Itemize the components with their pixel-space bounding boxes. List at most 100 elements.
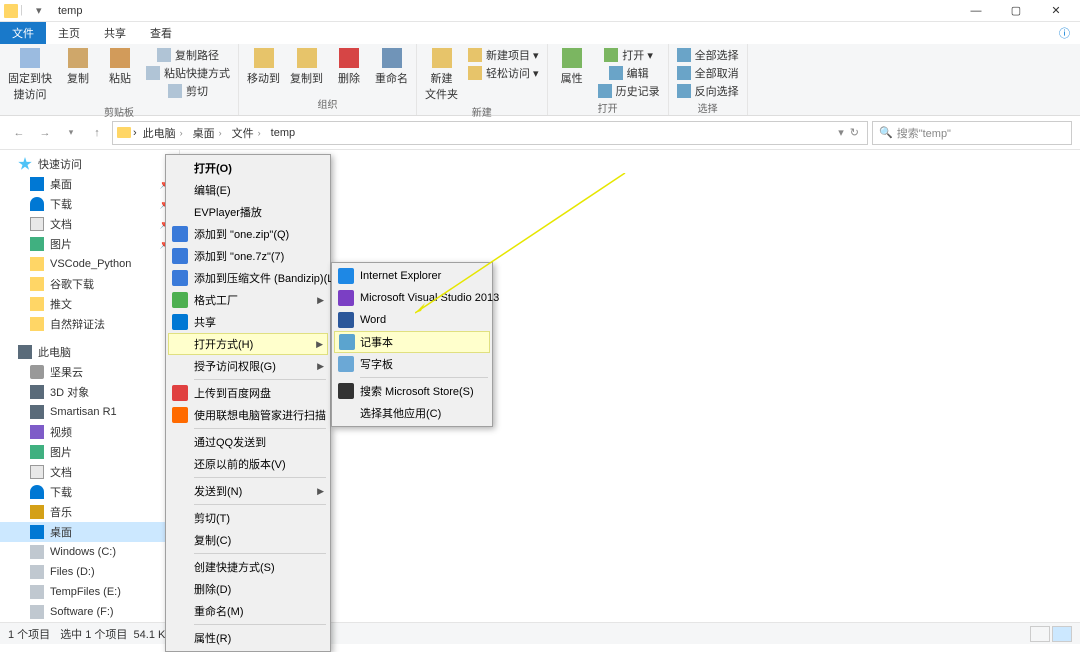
paste-button[interactable]: 粘贴 — [100, 46, 140, 88]
tree-item-VSCode_Python[interactable]: VSCode_Python — [0, 254, 179, 274]
tab-share[interactable]: 共享 — [92, 22, 138, 44]
ctx-item[interactable]: 使用联想电脑管家进行扫描 — [168, 404, 328, 426]
ribbon-help-button[interactable]: ⓘ — [1049, 22, 1080, 44]
ctx-item[interactable]: 上传到百度网盘 — [168, 382, 328, 404]
tree-item-文档[interactable]: 文档📌 — [0, 214, 179, 234]
copy-button[interactable]: 复制 — [58, 46, 98, 88]
ctx-item[interactable]: 打开方式(H)▶ — [168, 333, 328, 355]
minimize-button[interactable]: — — [956, 0, 996, 22]
view-icons-button[interactable] — [1052, 626, 1072, 642]
desk-icon — [30, 177, 44, 191]
ctx-item[interactable]: 添加到 "one.7z"(7) — [168, 245, 328, 267]
ctx-item[interactable]: 打开(O) — [168, 157, 328, 179]
tree-item-下载[interactable]: 下载 — [0, 482, 179, 502]
crumb-desktop[interactable]: 桌面› — [189, 125, 226, 141]
tree-item-下载[interactable]: 下载📌 — [0, 194, 179, 214]
refresh-button[interactable]: ↻ — [846, 126, 863, 139]
copy-path-button[interactable]: 复制路径 — [142, 46, 234, 64]
ctx-item[interactable]: 添加到 "one.zip"(Q) — [168, 223, 328, 245]
ctx-item[interactable]: 剪切(T) — [168, 507, 328, 529]
back-button[interactable]: ← — [8, 122, 30, 144]
tab-view[interactable]: 查看 — [138, 22, 184, 44]
maximize-button[interactable]: ▢ — [996, 0, 1036, 22]
crumb-files[interactable]: 文件› — [228, 125, 265, 141]
tree-item-音乐[interactable]: 音乐 — [0, 502, 179, 522]
ctx-item[interactable]: Microsoft Visual Studio 2013 — [334, 287, 490, 309]
easy-access-button[interactable]: 轻松访问 ▾ — [464, 64, 543, 82]
tree-item-图片[interactable]: 图片📌 — [0, 234, 179, 254]
crumb-pc[interactable]: 此电脑› — [139, 125, 187, 141]
ctx-item[interactable]: EVPlayer播放 — [168, 201, 328, 223]
ctx-item[interactable]: 选择其他应用(C) — [334, 402, 490, 424]
tree-item-Software (F:)[interactable]: Software (F:) — [0, 602, 179, 622]
rename-button[interactable]: 重命名 — [371, 46, 412, 88]
pin-quick-button[interactable]: 固定到快 捷访问 — [4, 46, 56, 104]
ctx-item-label: Microsoft Visual Studio 2013 — [360, 292, 499, 304]
delete-button[interactable]: 删除 — [329, 46, 369, 88]
ctx-item[interactable]: 通过QQ发送到 — [168, 431, 328, 453]
history-button[interactable]: 历史记录 — [594, 82, 664, 100]
ctx-item[interactable]: Internet Explorer — [334, 265, 490, 287]
search-input[interactable]: 🔍 搜索"temp" — [872, 121, 1072, 145]
tree-item-坚果云[interactable]: 坚果云 — [0, 362, 179, 382]
copy-to-button[interactable]: 复制到 — [286, 46, 327, 88]
new-item-button[interactable]: 新建项目 ▾ — [464, 46, 543, 64]
ctx-item[interactable]: 删除(D) — [168, 578, 328, 600]
qat-dropdown-icon[interactable]: ▾ — [36, 4, 50, 18]
tree-item-推文[interactable]: 推文 — [0, 294, 179, 314]
tree-item-桌面[interactable]: 桌面📌 — [0, 174, 179, 194]
tree-item-此电脑[interactable]: 此电脑 — [0, 342, 179, 362]
tree-item-Windows (C:)[interactable]: Windows (C:) — [0, 542, 179, 562]
tree-item-3D 对象[interactable]: 3D 对象 — [0, 382, 179, 402]
view-details-button[interactable] — [1030, 626, 1050, 642]
paste-shortcut-button[interactable]: 粘贴快捷方式 — [142, 64, 234, 82]
crumb-temp[interactable]: temp — [267, 127, 299, 139]
properties-button[interactable]: 属性 — [552, 46, 592, 88]
ctx-item[interactable]: 记事本 — [334, 331, 490, 353]
tree-item-TempFiles (E:)[interactable]: TempFiles (E:) — [0, 582, 179, 602]
ctx-item[interactable]: 发送到(N)▶ — [168, 480, 328, 502]
tree-item-label: 音乐 — [50, 504, 72, 520]
addr-dropdown-icon[interactable]: ▾ — [838, 126, 844, 139]
forward-button[interactable]: → — [34, 122, 56, 144]
tree-item-Files (D:)[interactable]: Files (D:) — [0, 562, 179, 582]
edit-button[interactable]: 编辑 — [594, 64, 664, 82]
move-to-button[interactable]: 移动到 — [243, 46, 284, 88]
ctx-item[interactable]: 创建快捷方式(S) — [168, 556, 328, 578]
ctx-item[interactable]: 复制(C) — [168, 529, 328, 551]
tree-item-Smartisan R1[interactable]: Smartisan R1 — [0, 402, 179, 422]
select-none-button[interactable]: 全部取消 — [673, 64, 743, 82]
drv-icon — [30, 545, 44, 559]
breadcrumb[interactable]: › 此电脑› 桌面› 文件› temp ▾ ↻ — [112, 121, 868, 145]
new-folder-button[interactable]: 新建 文件夹 — [421, 46, 462, 104]
tree-item-文档[interactable]: 文档 — [0, 462, 179, 482]
ctx-item[interactable]: 编辑(E) — [168, 179, 328, 201]
ctx-item[interactable]: 添加到压缩文件 (Bandizip)(L)... — [168, 267, 328, 289]
cut-button[interactable]: 剪切 — [142, 82, 234, 100]
tab-home[interactable]: 主页 — [46, 22, 92, 44]
ctx-item[interactable]: 还原以前的版本(V) — [168, 453, 328, 475]
tree-item-桌面[interactable]: 桌面 — [0, 522, 179, 542]
select-all-button[interactable]: 全部选择 — [673, 46, 743, 64]
tree-item-自然辩证法[interactable]: 自然辩证法 — [0, 314, 179, 334]
ctx-item[interactable]: 共享 — [168, 311, 328, 333]
ctx-item[interactable]: Word — [334, 309, 490, 331]
ctx-item[interactable]: 重命名(M) — [168, 600, 328, 622]
tree-item-图片[interactable]: 图片 — [0, 442, 179, 462]
up-button[interactable]: ↑ — [86, 122, 108, 144]
ctx-item[interactable]: 格式工厂▶ — [168, 289, 328, 311]
tree-item-视频[interactable]: 视频 — [0, 422, 179, 442]
tab-file[interactable]: 文件 — [0, 22, 46, 44]
ctx-item[interactable]: 授予访问权限(G)▶ — [168, 355, 328, 377]
ctx-item[interactable]: 写字板 — [334, 353, 490, 375]
recent-button[interactable]: ▾ — [60, 122, 82, 144]
ctx-item-label: 删除(D) — [194, 581, 231, 597]
close-button[interactable]: ✕ — [1036, 0, 1076, 22]
tree-item-谷歌下载[interactable]: 谷歌下载 — [0, 274, 179, 294]
open-button[interactable]: 打开 ▾ — [594, 46, 664, 64]
tree-item-快速访问[interactable]: 快速访问 — [0, 154, 179, 174]
ctx-item[interactable]: 搜索 Microsoft Store(S) — [334, 380, 490, 402]
ctx-item[interactable]: 属性(R) — [168, 627, 328, 649]
invert-select-button[interactable]: 反向选择 — [673, 82, 743, 100]
pin-icon — [20, 48, 40, 68]
